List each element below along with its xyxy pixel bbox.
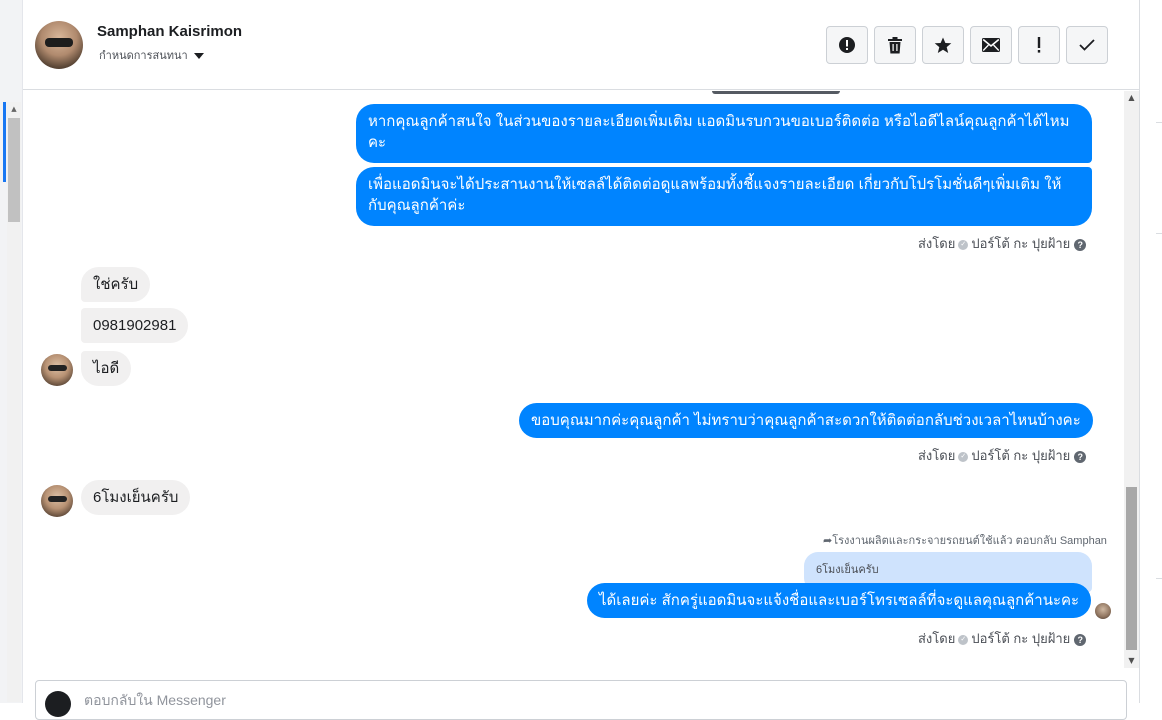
reply-composer xyxy=(35,680,1127,720)
sent-by-label: ส่งโดย ✓ ปอร์โต้ กะ ปุยฝ้าย? xyxy=(918,628,1087,649)
conversation-assign-dropdown[interactable]: กำหนดการสนทนา xyxy=(99,46,204,64)
seen-by-avatar xyxy=(1095,603,1111,619)
conversation-panel: Samphan Kaisrimon กำหนดการสนทนา หากคุณลู… xyxy=(23,0,1139,720)
conversation-assign-label: กำหนดการสนทนา xyxy=(99,50,188,62)
alert-circle-icon xyxy=(839,37,855,53)
scroll-down-arrow-icon[interactable]: ▼ xyxy=(1124,654,1139,668)
mark-spam-button[interactable] xyxy=(826,26,868,64)
sent-by-label: ส่งโดย ✓ ปอร์โต้ กะ ปุยฝ้าย? xyxy=(918,445,1087,466)
follow-up-button[interactable] xyxy=(1018,26,1060,64)
sent-by-label: ส่งโดย ✓ ปอร์โต้ กะ ปุยฝ้าย? xyxy=(918,233,1087,254)
message-thread: หากคุณลูกค้าสนใจ ในส่วนของรายละเอียดเพิ่… xyxy=(23,91,1139,668)
sent-by-author: ปอร์โต้ กะ ปุยฝ้าย xyxy=(971,448,1071,463)
sent-by-author: ปอร์โต้ กะ ปุยฝ้าย xyxy=(971,631,1071,646)
verified-dot-icon: ✓ xyxy=(958,634,969,645)
reply-context-note: ➦โรงงานผลิตและกระจายรถยนต์ใช้แล้ว ตอบกลั… xyxy=(823,531,1107,549)
star-button[interactable] xyxy=(922,26,964,64)
help-icon[interactable]: ? xyxy=(1074,450,1087,463)
reply-input[interactable] xyxy=(82,690,682,710)
left-nav-strip: ▲ xyxy=(0,0,23,703)
verified-dot-icon: ✓ xyxy=(958,451,969,462)
delete-button[interactable] xyxy=(874,26,916,64)
contact-name[interactable]: Samphan Kaisrimon xyxy=(97,23,242,40)
left-scroll-up-arrow-icon[interactable]: ▲ xyxy=(7,102,21,116)
page-avatar xyxy=(45,691,71,717)
message-bubble-outgoing[interactable]: ได้เลยค่ะ สักครู่แอดมินจะแจ้งชื่อและเบอร… xyxy=(587,583,1092,618)
message-bubble-outgoing[interactable]: หากคุณลูกค้าสนใจ ในส่วนของรายละเอียดเพิ่… xyxy=(356,104,1092,163)
message-bubble-incoming[interactable]: ไอดี xyxy=(81,351,132,386)
right-side-strip xyxy=(1139,0,1162,703)
check-icon xyxy=(1079,39,1095,51)
message-bubble-incoming[interactable]: 0981902981 xyxy=(81,308,189,343)
sent-by-author: ปอร์โต้ กะ ปุยฝ้าย xyxy=(971,236,1071,251)
conversation-header: Samphan Kaisrimon กำหนดการสนทนา xyxy=(23,0,1139,90)
divider xyxy=(1156,578,1162,579)
sent-by-prefix: ส่งโดย xyxy=(918,631,956,646)
left-scrollbar-thumb[interactable] xyxy=(8,118,20,222)
mark-done-button[interactable] xyxy=(1066,26,1108,64)
message-bubble-outgoing[interactable]: ขอบคุณมากค่ะคุณลูกค้า ไม่ทราบว่าคุณลูกค้… xyxy=(519,403,1093,438)
verified-dot-icon: ✓ xyxy=(958,239,969,250)
contact-avatar-small[interactable] xyxy=(41,485,73,517)
divider xyxy=(1156,122,1162,123)
scroll-up-arrow-icon[interactable]: ▲ xyxy=(1124,91,1139,105)
trash-icon xyxy=(888,36,902,53)
envelope-icon xyxy=(982,38,1000,52)
mark-unread-button[interactable] xyxy=(970,26,1012,64)
help-icon[interactable]: ? xyxy=(1074,238,1087,251)
sent-by-prefix: ส่งโดย xyxy=(918,236,956,251)
help-icon[interactable]: ? xyxy=(1074,633,1087,646)
thread-scrollbar-thumb[interactable] xyxy=(1126,487,1137,650)
sent-by-prefix: ส่งโดย xyxy=(918,448,956,463)
divider xyxy=(1156,233,1162,234)
caret-down-icon xyxy=(193,53,204,60)
contact-avatar[interactable] xyxy=(35,21,83,69)
message-bubble-incoming[interactable]: 6โมงเย็นครับ xyxy=(81,480,191,515)
exclamation-icon xyxy=(1037,37,1041,53)
active-indicator xyxy=(3,102,6,182)
contact-avatar-small[interactable] xyxy=(41,354,73,386)
star-icon xyxy=(934,37,952,53)
message-bubble-incoming[interactable]: ใช่ครับ xyxy=(81,267,151,302)
image-attachment-sliver[interactable] xyxy=(712,91,840,94)
reply-arrow-icon: ➦ xyxy=(823,535,833,547)
reply-context-text: โรงงานผลิตและกระจายรถยนต์ใช้แล้ว ตอบกลับ… xyxy=(832,535,1107,547)
message-bubble-outgoing[interactable]: เพื่อแอดมินจะได้ประสานงานให้เซลล์ได้ติดต… xyxy=(356,167,1092,226)
thread-scrollbar[interactable]: ▲ ▼ xyxy=(1124,91,1139,668)
